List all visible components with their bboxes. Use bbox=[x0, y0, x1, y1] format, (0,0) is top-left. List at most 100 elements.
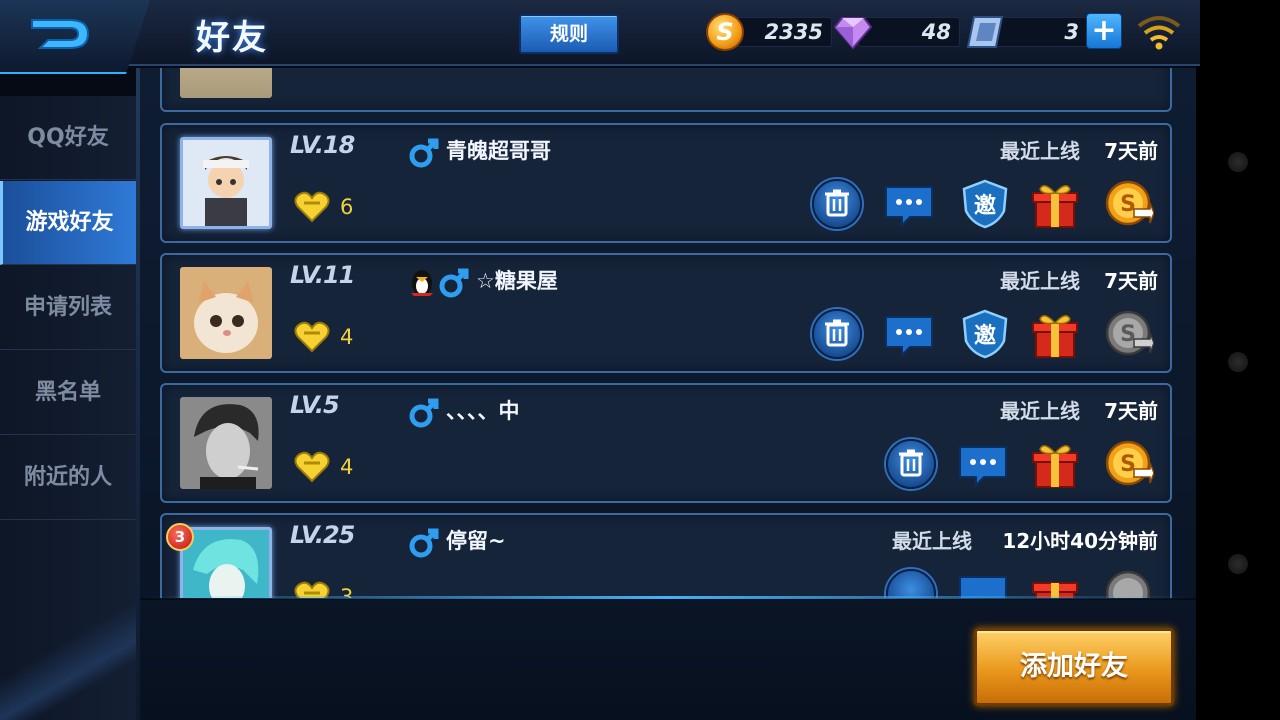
nav-dot bbox=[1228, 352, 1248, 372]
friend-level: LV.25 bbox=[290, 521, 355, 549]
friend-card[interactable]: LV.11 4 ☆糖果屋 最近上线 7天前 邀 S bbox=[160, 253, 1172, 373]
sidebar-item-nearby[interactable]: 附近的人 bbox=[0, 436, 136, 520]
friend-card[interactable]: 3 LV.25 3 停留~ 最近上线 12小时40分钟前 bbox=[160, 513, 1172, 598]
delete-button[interactable] bbox=[812, 179, 862, 229]
heart-icon bbox=[294, 321, 330, 353]
male-gender-icon bbox=[409, 138, 439, 168]
send-gold-button-disabled[interactable] bbox=[1104, 569, 1154, 598]
invite-label: 邀 bbox=[973, 324, 996, 349]
top-bar: 好友 规则 2335 S 48 3 + bbox=[0, 0, 1200, 74]
chat-button[interactable] bbox=[884, 309, 934, 359]
chat-bubble-icon bbox=[959, 576, 1007, 598]
back-button[interactable] bbox=[0, 0, 150, 74]
chat-bubble-icon bbox=[885, 316, 933, 358]
gold-transfer-icon: S bbox=[1105, 440, 1155, 486]
chat-button[interactable] bbox=[958, 569, 1008, 598]
friend-level: LV.5 bbox=[290, 391, 340, 419]
gold-transfer-icon-disabled bbox=[1105, 570, 1151, 598]
gold-transfer-icon: S bbox=[1105, 180, 1155, 226]
list-bottom-glow bbox=[140, 596, 1196, 599]
send-gift-button[interactable] bbox=[1030, 569, 1080, 598]
friend-list[interactable]: LV.18 6 青魄超哥哥 最近上线 7天前 邀 S LV.11 4 ☆糖果屋 … bbox=[140, 68, 1196, 598]
friend-nickname: 青魄超哥哥 bbox=[446, 139, 551, 163]
send-gold-button-disabled[interactable]: S bbox=[1104, 309, 1155, 359]
corner-decoration bbox=[0, 600, 136, 720]
last-online-time: 12小时40分钟前 bbox=[1002, 529, 1158, 553]
avatar bbox=[180, 137, 272, 229]
gold-transfer-icon-disabled: S bbox=[1105, 310, 1155, 356]
send-gold-button[interactable]: S bbox=[1104, 439, 1155, 489]
gift-box-icon bbox=[1032, 445, 1078, 488]
diamond-icon bbox=[834, 17, 872, 50]
trash-icon bbox=[825, 319, 849, 347]
last-online-label: 最近上线 bbox=[1000, 269, 1080, 293]
last-online-time: 7天前 bbox=[1104, 399, 1158, 423]
trash-icon bbox=[825, 189, 849, 217]
friend-card[interactable]: LV.5 4 、、、、中 最近上线 7天前 S bbox=[160, 383, 1172, 503]
avatar-bw-photo bbox=[180, 397, 272, 489]
sidebar-item-game-friends[interactable]: 游戏好友 bbox=[0, 181, 136, 265]
gift-box-icon bbox=[1032, 315, 1078, 358]
nav-dot bbox=[1228, 554, 1248, 574]
avatar bbox=[180, 397, 272, 489]
trash-icon bbox=[899, 449, 923, 477]
send-gift-button[interactable] bbox=[1030, 309, 1080, 359]
friend-nickname: 停留~ bbox=[446, 529, 506, 553]
gift-box-icon bbox=[1032, 185, 1078, 228]
avatar-cartoon-boy bbox=[183, 140, 269, 226]
sidebar-item-requests[interactable]: 申请列表 bbox=[0, 266, 136, 350]
send-gold-button[interactable]: S bbox=[1104, 179, 1155, 229]
recharge-plus-button[interactable]: + bbox=[1086, 13, 1122, 49]
friend-card-partial bbox=[160, 68, 1172, 112]
add-friend-button[interactable]: 添加好友 bbox=[974, 628, 1174, 706]
last-online-time: 7天前 bbox=[1104, 269, 1158, 293]
gold-currency: 2335 S bbox=[706, 13, 832, 51]
send-gift-button[interactable] bbox=[1030, 179, 1080, 229]
friend-nickname: 、、、、中 bbox=[446, 399, 520, 423]
invite-label: 邀 bbox=[973, 194, 996, 219]
voucher-icon bbox=[966, 16, 1004, 48]
invite-button[interactable]: 邀 bbox=[960, 179, 1010, 229]
gold-coin-icon: S bbox=[706, 13, 744, 51]
voucher-currency: 3 bbox=[966, 13, 1088, 51]
male-gender-icon bbox=[409, 528, 439, 558]
male-gender-icon bbox=[439, 268, 469, 298]
rank-badge: 3 bbox=[166, 523, 194, 551]
delete-button[interactable] bbox=[812, 309, 862, 359]
chat-button[interactable] bbox=[884, 179, 934, 229]
voucher-amount: 3 bbox=[990, 17, 1088, 47]
male-gender-icon bbox=[409, 398, 439, 428]
last-online-label: 最近上线 bbox=[1000, 139, 1080, 163]
invite-button[interactable]: 邀 bbox=[960, 309, 1010, 359]
friend-card[interactable]: LV.18 6 青魄超哥哥 最近上线 7天前 邀 S bbox=[160, 123, 1172, 243]
diamond-currency: 48 bbox=[834, 13, 960, 51]
qq-penguin-icon bbox=[411, 270, 433, 296]
delete-button[interactable] bbox=[886, 439, 936, 489]
heart-icon bbox=[294, 191, 330, 223]
heart-count: 4 bbox=[340, 455, 354, 479]
rules-button[interactable]: 规则 bbox=[519, 14, 619, 54]
friend-level: LV.18 bbox=[290, 131, 355, 159]
sidebar-item-blacklist[interactable]: 黑名单 bbox=[0, 351, 136, 435]
page-title: 好友 bbox=[196, 18, 268, 58]
delete-button[interactable] bbox=[886, 569, 936, 598]
gift-box-icon bbox=[1032, 582, 1078, 598]
chat-bubble-icon bbox=[959, 446, 1007, 488]
send-gift-button[interactable] bbox=[1030, 439, 1080, 489]
last-online-label: 最近上线 bbox=[1000, 399, 1080, 423]
avatar bbox=[180, 267, 272, 359]
last-online-label: 最近上线 bbox=[892, 529, 972, 553]
sidebar-item-qq-friends[interactable]: QQ好友 bbox=[0, 96, 136, 180]
heart-icon bbox=[294, 451, 330, 483]
friend-nickname: ☆糖果屋 bbox=[476, 269, 558, 293]
gold-amount: 2335 bbox=[730, 17, 832, 47]
avatar-cat-photo bbox=[180, 267, 272, 359]
avatar-anime-character bbox=[183, 530, 269, 598]
heart-count: 6 bbox=[340, 195, 354, 219]
chat-button[interactable] bbox=[958, 439, 1008, 489]
wifi-signal-icon bbox=[1137, 16, 1181, 50]
nav-dot bbox=[1228, 152, 1248, 172]
avatar bbox=[180, 68, 272, 98]
back-arrow-icon bbox=[31, 19, 90, 49]
friend-level: LV.11 bbox=[290, 261, 355, 289]
